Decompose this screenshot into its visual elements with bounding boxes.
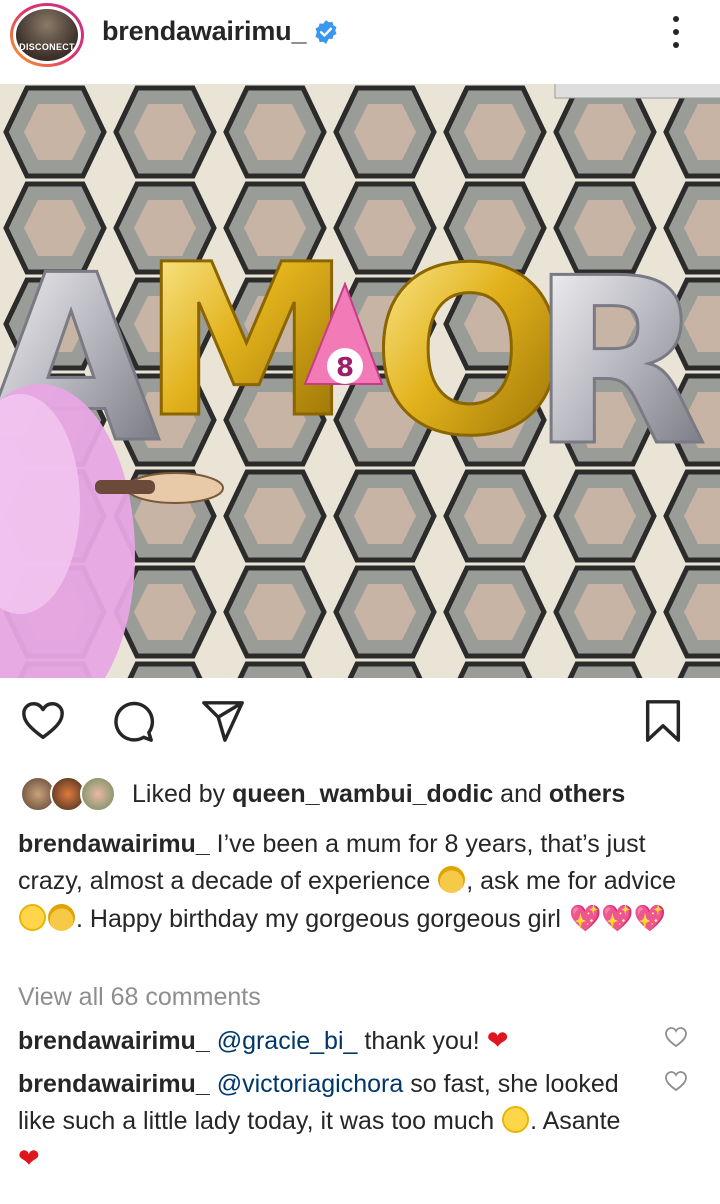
pleading-face-emoji-icon <box>19 904 46 931</box>
caption-text-3: . Happy birthday my gorgeous gorgeous gi… <box>76 905 568 933</box>
avatar-text: DISCONECT <box>19 42 75 52</box>
crying-cat-emoji-icon <box>48 904 75 931</box>
balloon-letter-r: R <box>530 230 707 497</box>
liker-avatar <box>80 776 116 812</box>
comment-item: brendawairimu_ @gracie_bi_ thank you! ❤ <box>18 1022 638 1060</box>
more-options-button[interactable] <box>662 12 690 52</box>
comment-mention[interactable]: @victoriagichora <box>217 1070 404 1098</box>
liked-by-others[interactable]: others <box>549 780 625 808</box>
post-photo[interactable]: A M O R 8 <box>0 84 720 678</box>
dot <box>673 42 679 48</box>
liked-by-middle: and <box>493 780 549 808</box>
profile-avatar[interactable]: DISCONECT <box>10 3 84 67</box>
action-bar <box>0 690 720 750</box>
keyboard <box>554 84 720 99</box>
liked-by-text: Liked by queen_wambui_dodic and others <box>132 780 625 809</box>
view-all-comments-link[interactable]: View all 68 comments <box>18 983 261 1012</box>
send-icon[interactable] <box>200 698 246 744</box>
red-heart-emoji-icon: ❤ <box>18 1143 40 1173</box>
photo-illustration: A M O R 8 <box>0 84 720 678</box>
liked-by-prefix: Liked by <box>132 780 233 808</box>
comment-username[interactable]: brendawairimu_ <box>18 1070 210 1098</box>
comment-mention[interactable]: @gracie_bi_ <box>217 1027 358 1055</box>
pleading-face-emoji-icon <box>502 1106 530 1133</box>
comment-like-heart-icon[interactable] <box>664 1070 688 1092</box>
post-username[interactable]: brendawairimu_ <box>102 16 306 47</box>
balloon-letter-m: M <box>142 219 351 464</box>
comment-username[interactable]: brendawairimu_ <box>18 1027 210 1055</box>
party-hat-number: 8 <box>336 353 354 383</box>
caption-text-2: , ask me for advice <box>466 867 677 895</box>
caption-username[interactable]: brendawairimu_ <box>18 830 210 858</box>
post-caption: brendawairimu_ I’ve been a mum for 8 yea… <box>18 826 708 938</box>
comment-item: brendawairimu_ @victoriagichora so fast,… <box>18 1066 638 1178</box>
red-heart-emoji-icon: ❤ <box>486 1025 509 1055</box>
liked-by-user[interactable]: queen_wambui_dodic <box>232 780 493 808</box>
comment-icon[interactable] <box>110 698 156 744</box>
comment-tail: . Asante <box>530 1107 621 1135</box>
heart-icon[interactable] <box>20 698 66 744</box>
avatar-image: DISCONECT <box>13 6 81 64</box>
post-header: DISCONECT brendawairimu_ <box>0 0 720 84</box>
comment-text: thank you! <box>357 1027 487 1055</box>
bookmark-icon[interactable] <box>640 698 686 744</box>
sparkling-heart-emoji-icon: 💖💖💖 <box>568 903 667 933</box>
crying-cat-emoji-icon <box>438 866 466 893</box>
liker-avatars[interactable] <box>20 776 116 812</box>
verified-badge-icon <box>315 20 337 44</box>
likes-row: Liked by queen_wambui_dodic and others <box>0 772 720 816</box>
more-vertical-icon <box>673 16 679 22</box>
dot <box>673 29 679 35</box>
comment-like-heart-icon[interactable] <box>664 1026 688 1048</box>
